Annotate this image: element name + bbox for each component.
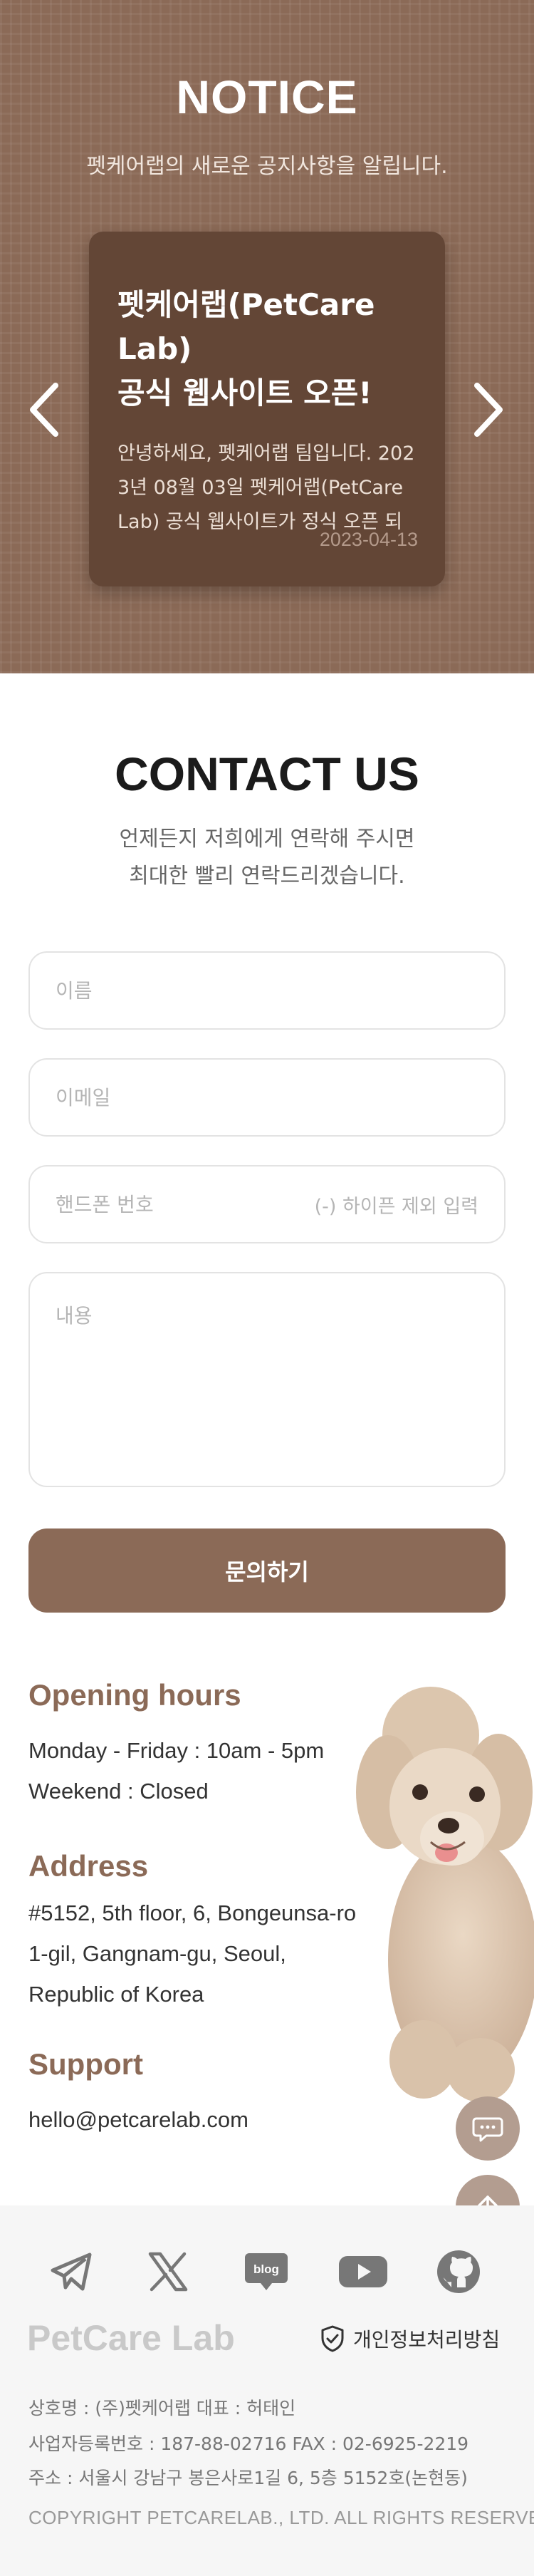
x-icon [148, 2252, 188, 2292]
phone-input[interactable] [56, 1192, 315, 1216]
copyright: COPYRIGHT PETCARELAB., LTD. ALL RIGHTS R… [28, 2507, 534, 2528]
telegram-icon [51, 2252, 92, 2291]
petcare-lab-logo: PetCare Lab [27, 2318, 235, 2358]
telegram-link[interactable] [44, 2245, 98, 2299]
address-heading: Address [28, 1849, 149, 1883]
email-field [28, 1058, 506, 1137]
registration-info: 사업자등록번호 : 187-88-02716 FAX : 02-6925-221… [28, 2433, 469, 2454]
contact-subtitle-line2: 최대한 빨리 연락드리겠습니다. [129, 864, 405, 889]
contact-subtitle: 언제든지 저희에게 연락해 주시면 최대한 빨리 연락드리겠습니다. [0, 821, 534, 895]
opening-hours-heading: Opening hours [28, 1678, 241, 1712]
github-link[interactable] [431, 2245, 486, 2299]
support-heading: Support [28, 2047, 143, 2081]
github-icon [437, 2250, 480, 2293]
company-info: 상호명 : (주)펫케어랩 대표 : 허태인 [28, 2398, 296, 2419]
notice-title: NOTICE [176, 71, 358, 123]
contact-title: CONTACT US [115, 748, 419, 800]
name-input[interactable] [56, 978, 478, 1003]
opening-hours-text: Monday - Friday : 10am - 5pm Weekend : C… [28, 1730, 363, 1811]
address-text: #5152, 5th floor, 6, Bongeunsa-ro 1-gil,… [28, 1900, 357, 2007]
privacy-policy-label: 개인정보처리방침 [353, 2328, 501, 2352]
next-notice-button[interactable] [470, 381, 506, 438]
prev-notice-button[interactable] [27, 381, 63, 438]
support-email[interactable]: hello@petcarelab.com [28, 2099, 363, 2140]
hours-weekday: Monday - Friday : 10am - 5pm [28, 1738, 325, 1763]
notice-card-title: 펫케어랩(PetCare Lab) 공식 웹사이트 오픈! [117, 283, 417, 415]
name-field [28, 951, 506, 1030]
hours-weekend: Weekend : Closed [28, 1779, 209, 1804]
chat-button[interactable] [456, 2096, 520, 2161]
shield-check-icon [321, 2325, 344, 2352]
address-info: 주소 : 서울시 강남구 봉은사로1길 6, 5층 5152호(논현동) [28, 2468, 468, 2488]
svg-text:blog: blog [253, 2262, 279, 2276]
message-textarea[interactable] [56, 1300, 478, 1464]
phone-hint: (-) 하이픈 제외 입력 [314, 1195, 478, 1218]
phone-field: (-) 하이픈 제외 입력 [28, 1165, 506, 1243]
poodle-image [356, 1687, 534, 2102]
blog-icon: blog [245, 2253, 288, 2290]
chevron-left-icon [30, 383, 58, 437]
notice-card-body: 안녕하세요, 펫케어랩 팀입니다. 2023년 08월 03일 펫케어랩(Pet… [117, 443, 415, 533]
notice-subtitle: 펫케어랩의 새로운 공지사항을 알립니다. [86, 154, 448, 179]
submit-inquiry-button[interactable]: 문의하기 [28, 1528, 506, 1613]
notice-card-title-line2: 공식 웹사이트 오픈! [117, 376, 372, 410]
chevron-right-icon [474, 383, 503, 437]
x-link[interactable] [141, 2245, 195, 2299]
message-field [28, 1272, 506, 1487]
notice-card-title-line1: 펫케어랩(PetCare Lab) [117, 287, 375, 366]
notice-card[interactable]: 펫케어랩(PetCare Lab) 공식 웹사이트 오픈! 안녕하세요, 펫케어… [89, 232, 445, 586]
youtube-icon [339, 2256, 387, 2287]
notice-card-date: 2023-04-13 [319, 529, 418, 550]
youtube-link[interactable] [336, 2245, 390, 2299]
contact-subtitle-line1: 언제든지 저희에게 연락해 주시면 [119, 827, 415, 852]
privacy-policy-link[interactable]: 개인정보처리방침 [320, 2324, 500, 2353]
email-input[interactable] [56, 1085, 478, 1109]
blog-link[interactable]: blog [239, 2245, 293, 2299]
chat-icon [472, 2117, 503, 2142]
